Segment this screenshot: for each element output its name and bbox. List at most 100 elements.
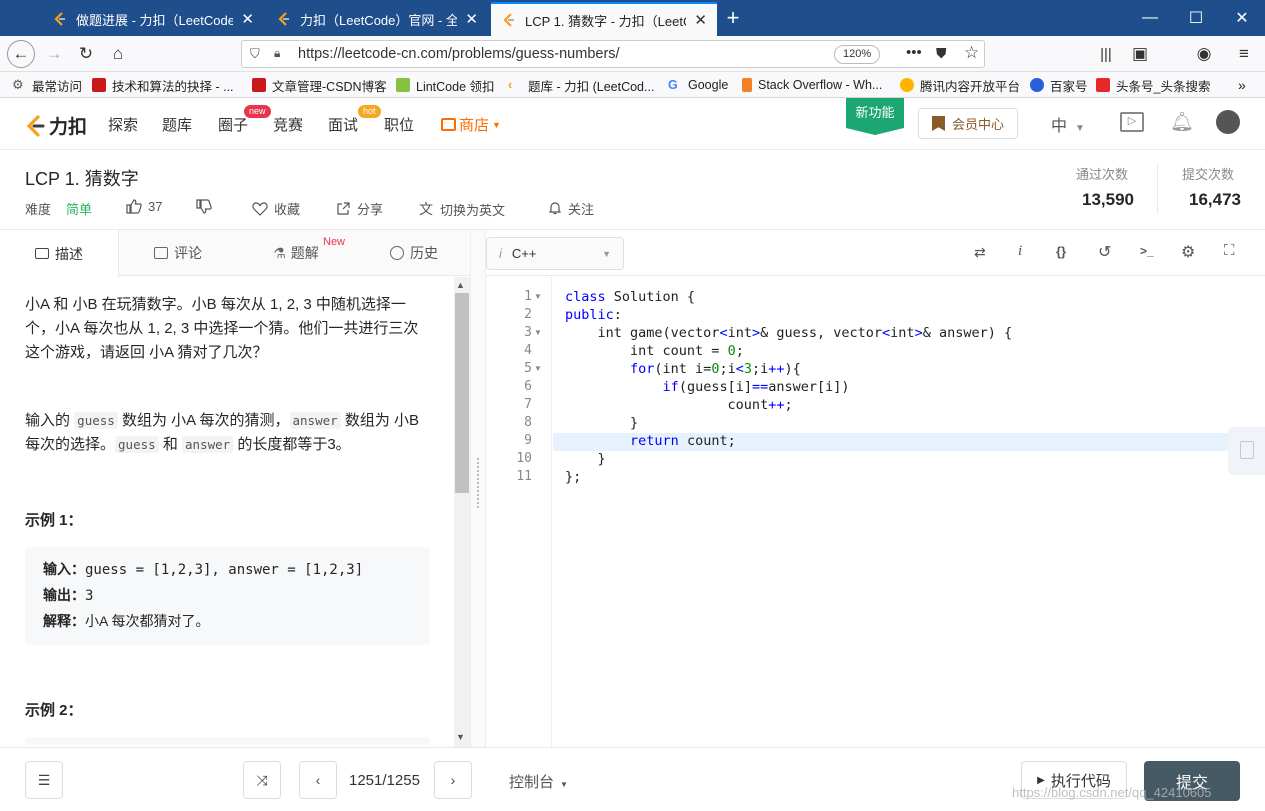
sidebar-icon[interactable]: ▣ xyxy=(1126,40,1154,68)
url-bar[interactable]: ⛉ 🔒︎ https://leetcode-cn.com/problems/gu… xyxy=(241,40,985,68)
language-select[interactable]: i C++ ▼ xyxy=(486,237,624,270)
fullscreen-icon[interactable]: ⛶ xyxy=(1224,242,1235,259)
random-problem-icon[interactable]: ⤨ xyxy=(243,761,281,799)
reset-icon[interactable]: ↺ xyxy=(1098,242,1111,262)
close-window-icon[interactable]: ✕ xyxy=(1219,0,1265,36)
console-toggle[interactable]: 控制台 ▼ xyxy=(509,771,568,792)
share-button[interactable]: 分享 xyxy=(336,199,383,218)
description-scrollbar[interactable]: ▲ ▼ xyxy=(454,277,470,747)
browser-tab-progress[interactable]: 做题进展 - 力扣（LeetCode） ✕ xyxy=(42,2,264,36)
close-tab-icon[interactable]: ✕ xyxy=(694,11,707,29)
like-button[interactable]: 37 xyxy=(126,199,162,214)
problem-list-icon[interactable]: ☰ xyxy=(25,761,63,799)
language-switch[interactable]: 中 ▼ xyxy=(1051,112,1085,136)
submissions-label: 提交次数 xyxy=(1182,167,1235,182)
lock-icon[interactable]: 🔒︎ xyxy=(274,46,280,61)
bookmark-stackoverflow[interactable]: Stack Overflow - Wh... xyxy=(742,76,882,94)
member-center-button[interactable]: 会员中心 xyxy=(918,108,1018,139)
scroll-down-icon[interactable]: ▼ xyxy=(456,732,465,742)
scrollbar-thumb[interactable] xyxy=(455,293,469,493)
drag-handle-icon[interactable] xyxy=(477,458,479,508)
settings-icon[interactable]: ⚙ xyxy=(1181,242,1195,262)
code-line[interactable]: if(guess[i]==answer[i]) xyxy=(565,379,850,395)
page-actions-icon[interactable]: ••• xyxy=(906,44,922,61)
side-note-tab[interactable] xyxy=(1228,427,1265,475)
playground-icon[interactable]: ▷ xyxy=(1120,112,1144,132)
browser-tab-problem[interactable]: LCP 1. 猜数字 - 力扣（LeetCo ✕ xyxy=(491,2,717,36)
bookmark-csdn-manage[interactable]: 文章管理-CSDN博客 xyxy=(252,76,387,94)
code-line[interactable]: public: xyxy=(565,307,622,323)
info-icon[interactable]: i xyxy=(1018,243,1022,260)
code-line[interactable]: } xyxy=(565,415,638,431)
bookmark-star-icon[interactable]: ☆ xyxy=(964,43,979,63)
nav-circle[interactable]: 圈子 xyxy=(218,114,248,135)
bookmark-leetcode[interactable]: ‹ 题库 - 力扣 (LeetCod... xyxy=(508,76,654,94)
minimize-icon[interactable]: — xyxy=(1127,0,1173,36)
code-line[interactable]: } xyxy=(565,451,606,467)
bookmark-toutiao[interactable]: 头条号_头条搜索 xyxy=(1096,76,1210,94)
maximize-icon[interactable]: ☐ xyxy=(1173,0,1219,36)
close-tab-icon[interactable]: ✕ xyxy=(465,10,478,28)
site-logo[interactable]: 力扣 xyxy=(24,112,87,139)
favorite-button[interactable]: 收藏 xyxy=(252,199,300,218)
bookmark-baijiahao[interactable]: 百家号 xyxy=(1030,76,1088,94)
nav-store[interactable]: 商店 ▼ xyxy=(441,114,501,135)
tab-title: LCP 1. 猜数字 - 力扣（LeetCo xyxy=(525,13,687,29)
terminal-icon[interactable]: >_ xyxy=(1140,244,1154,258)
browser-tab-home[interactable]: 力扣（LeetCode）官网 - 全球 ✕ xyxy=(266,2,488,36)
home-icon[interactable]: ⌂ xyxy=(104,40,132,68)
more-bookmarks-icon[interactable]: » xyxy=(1238,76,1246,94)
avatar[interactable] xyxy=(1216,110,1240,134)
account-icon[interactable]: ◉ xyxy=(1190,40,1218,68)
new-feature-button[interactable]: 新功能 xyxy=(846,98,904,128)
fold-arrow-icon[interactable]: ▼ xyxy=(534,364,542,373)
next-problem-icon[interactable]: › xyxy=(434,761,472,799)
fold-arrow-icon[interactable]: ▼ xyxy=(534,292,542,301)
tab-discussion[interactable]: 评论 xyxy=(119,230,237,276)
bookmark-csdn-article[interactable]: 技术和算法的抉择 - ... xyxy=(92,76,234,94)
dislike-button[interactable] xyxy=(196,199,218,214)
nav-interview[interactable]: 面试 xyxy=(328,114,358,135)
url-text[interactable]: https://leetcode-cn.com/problems/guess-n… xyxy=(298,46,620,62)
bookmark-lintcode[interactable]: LintCode 领扣 xyxy=(396,76,495,94)
tab-history[interactable]: 历史 xyxy=(355,230,473,276)
shield-icon[interactable]: ⛉ xyxy=(250,46,260,62)
code-line[interactable]: int game(vector<int>& guess, vector<int>… xyxy=(565,325,1013,341)
tab-title: 做题进展 - 力扣（LeetCode） xyxy=(76,12,234,28)
bookmark-tencent[interactable]: 腾讯内容开放平台 xyxy=(900,76,1020,94)
tab-solution[interactable]: ⚗ 题解 New xyxy=(237,230,355,276)
fold-arrow-icon[interactable]: ▼ xyxy=(534,328,542,337)
panel-splitter[interactable] xyxy=(470,230,486,747)
forward-icon[interactable]: → xyxy=(40,40,68,68)
code-line[interactable]: int count = 0; xyxy=(565,343,744,359)
zoom-level[interactable]: 120% xyxy=(834,45,881,64)
pocket-icon[interactable]: ⛊ xyxy=(936,45,947,62)
scroll-up-icon[interactable]: ▲ xyxy=(456,280,465,290)
code-line[interactable]: for(int i=0;i<3;i++){ xyxy=(565,361,801,377)
code-editor[interactable]: 1 ▼ 2 3 ▼ 4 5 ▼ 6 7 8 9 10 11 class Solution {public:… xyxy=(486,277,1265,747)
reload-icon[interactable]: ↻ xyxy=(72,40,100,68)
nav-contest[interactable]: 竞赛 xyxy=(273,114,303,135)
code-line[interactable]: count++; xyxy=(565,397,793,413)
bookmark-google[interactable]: G Google xyxy=(668,76,728,94)
braces-icon[interactable]: {} xyxy=(1056,244,1066,259)
menu-icon[interactable]: ≡ xyxy=(1230,40,1258,68)
code-line[interactable]: return count; xyxy=(565,433,736,449)
bell-icon[interactable]: 🔔︎ xyxy=(1170,110,1194,134)
library-icon[interactable]: ||| xyxy=(1092,40,1120,68)
tab-description[interactable]: 描述 xyxy=(0,230,119,277)
nav-jobs[interactable]: 职位 xyxy=(384,114,414,135)
code-line[interactable]: class Solution { xyxy=(565,289,695,305)
switch-language-button[interactable]: 文 切换为英文 xyxy=(419,199,505,219)
nav-problems[interactable]: 题库 xyxy=(162,114,192,135)
prev-problem-icon[interactable]: ‹ xyxy=(299,761,337,799)
close-tab-icon[interactable]: ✕ xyxy=(241,10,254,28)
bookmark-most-visited[interactable]: ⚙ 最常访问 xyxy=(12,76,82,94)
follow-button[interactable]: 关注 xyxy=(548,199,594,218)
code-line[interactable]: }; xyxy=(565,469,581,485)
nav-explore[interactable]: 探索 xyxy=(108,114,138,135)
swap-icon[interactable]: ⇄ xyxy=(974,244,986,261)
google-icon: G xyxy=(668,78,678,92)
back-icon[interactable]: ← xyxy=(7,40,35,68)
new-tab-button[interactable]: + xyxy=(722,4,744,32)
